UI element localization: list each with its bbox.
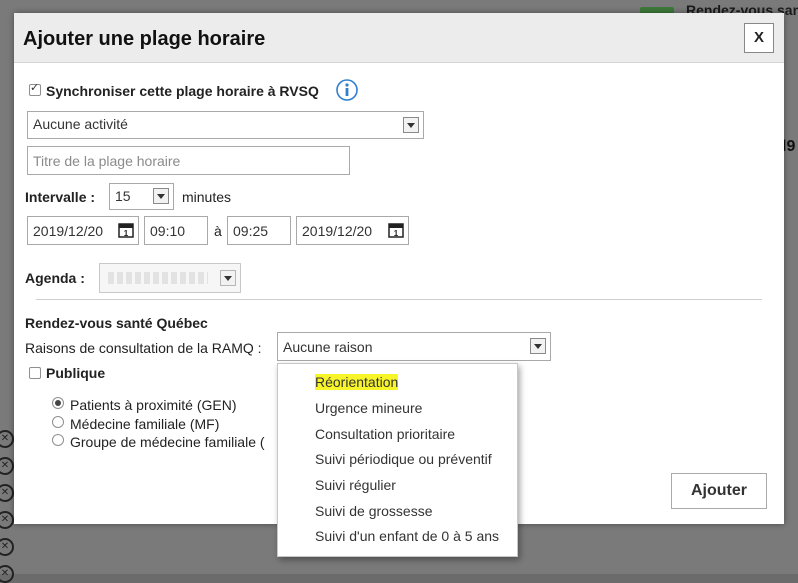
chevron-down-icon bbox=[153, 188, 169, 204]
start-date-input[interactable]: 2019/12/20 1 bbox=[27, 216, 139, 245]
remove-icon: ✕ bbox=[0, 538, 14, 556]
radio-label: Groupe de médecine familiale ( bbox=[70, 434, 265, 450]
calendar-icon[interactable]: 1 bbox=[388, 222, 404, 238]
background-fragment: l9 bbox=[782, 138, 796, 155]
radio-label: Médecine familiale (MF) bbox=[70, 416, 220, 432]
start-time-value: 09:10 bbox=[150, 223, 186, 239]
reasons-select-value: Aucune raison bbox=[283, 339, 373, 355]
agenda-value-blurred bbox=[108, 272, 208, 284]
section-divider bbox=[36, 299, 762, 300]
timeslot-title-input[interactable]: Titre de la plage horaire bbox=[27, 146, 350, 175]
timeslot-title-placeholder: Titre de la plage horaire bbox=[33, 153, 181, 169]
close-button[interactable]: X bbox=[744, 23, 774, 53]
dropdown-option[interactable]: Suivi périodique ou préventif bbox=[315, 451, 492, 467]
reasons-label: Raisons de consultation de la RAMQ : bbox=[25, 340, 262, 356]
chevron-down-icon bbox=[530, 338, 546, 354]
dropdown-option[interactable]: Réorientation bbox=[315, 374, 399, 390]
reasons-select[interactable]: Aucune raison bbox=[277, 332, 551, 361]
chevron-down-icon bbox=[403, 117, 419, 133]
interval-select[interactable]: 15 bbox=[109, 183, 174, 210]
sync-checkbox[interactable] bbox=[29, 81, 41, 96]
agenda-label: Agenda : bbox=[25, 270, 85, 286]
dropdown-option[interactable]: Consultation prioritaire bbox=[315, 426, 455, 442]
public-checkbox[interactable] bbox=[29, 367, 41, 379]
calendar-icon[interactable]: 1 bbox=[118, 222, 134, 238]
interval-unit: minutes bbox=[182, 189, 232, 205]
sync-label: Synchroniser cette plage horaire à RVSQ bbox=[46, 83, 319, 99]
remove-icon: ✕ bbox=[0, 565, 14, 583]
activity-select-value: Aucune activité bbox=[33, 116, 128, 132]
reasons-dropdown-list: Réorientation Urgence mineure Consultati… bbox=[277, 363, 518, 557]
svg-text:1: 1 bbox=[124, 229, 129, 238]
remove-icon: ✕ bbox=[0, 484, 14, 502]
time-separator: à bbox=[214, 223, 222, 239]
svg-text:1: 1 bbox=[394, 229, 399, 238]
modal-title: Ajouter une plage horaire bbox=[23, 28, 266, 50]
radio-patients-gmf[interactable] bbox=[52, 434, 64, 446]
radio-patients-mf[interactable] bbox=[52, 416, 64, 428]
rvsq-heading: Rendez-vous santé Québec bbox=[25, 315, 208, 331]
public-label: Publique bbox=[46, 365, 106, 381]
radio-patients-gen[interactable] bbox=[52, 397, 64, 409]
end-date-value: 2019/12/20 bbox=[302, 223, 373, 239]
add-button[interactable]: Ajouter bbox=[671, 473, 767, 509]
dropdown-option[interactable]: Suivi régulier bbox=[315, 477, 396, 493]
start-time-input[interactable]: 09:10 bbox=[144, 216, 208, 245]
chevron-down-icon bbox=[220, 270, 236, 286]
agenda-select[interactable] bbox=[99, 263, 241, 293]
dropdown-option[interactable]: Urgence mineure bbox=[315, 400, 422, 416]
end-time-value: 09:25 bbox=[233, 223, 269, 239]
remove-icon: ✕ bbox=[0, 511, 14, 529]
info-icon[interactable] bbox=[336, 79, 358, 101]
remove-icon: ✕ bbox=[0, 430, 14, 448]
radio-label: Patients à proximité (GEN) bbox=[70, 397, 237, 413]
end-date-input[interactable]: 2019/12/20 1 bbox=[296, 216, 409, 245]
end-time-input[interactable]: 09:25 bbox=[227, 216, 291, 245]
remove-icon: ✕ bbox=[0, 457, 14, 475]
dropdown-option[interactable]: Suivi de grossesse bbox=[315, 503, 433, 519]
interval-select-value: 15 bbox=[115, 188, 131, 204]
modal-header: Ajouter une plage horaire X bbox=[14, 13, 784, 63]
start-date-value: 2019/12/20 bbox=[33, 223, 104, 239]
activity-select[interactable]: Aucune activité bbox=[27, 111, 424, 139]
dropdown-option[interactable]: Suivi d'un enfant de 0 à 5 ans bbox=[315, 528, 499, 544]
interval-label: Intervalle : bbox=[25, 189, 96, 205]
